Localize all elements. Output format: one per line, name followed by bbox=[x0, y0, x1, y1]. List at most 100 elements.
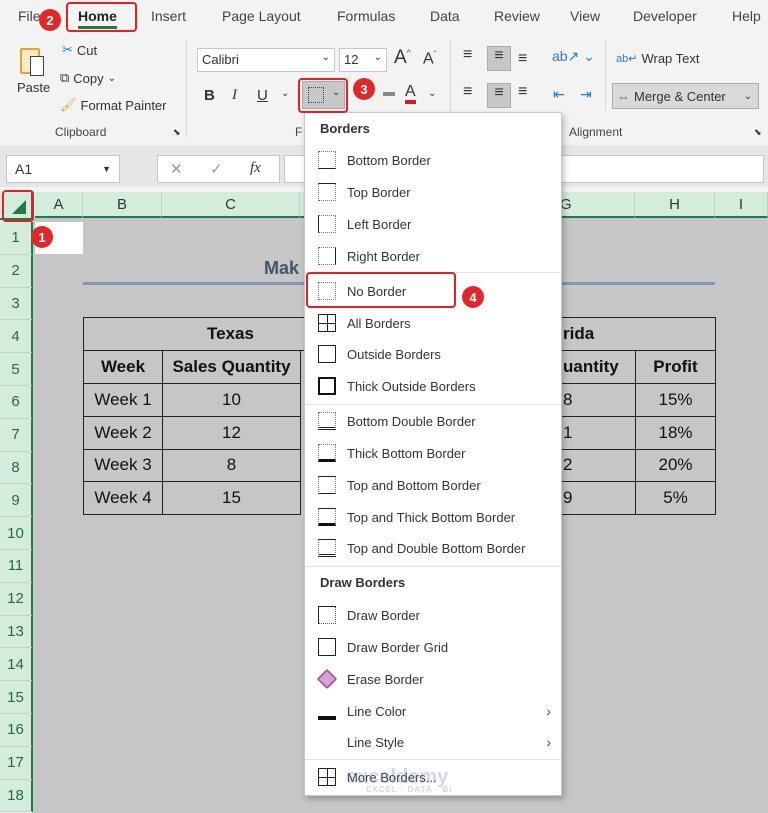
increase-font-icon[interactable]: A^ bbox=[394, 47, 410, 69]
tab-developer[interactable]: Developer bbox=[633, 8, 697, 24]
tab-view[interactable]: View bbox=[570, 8, 600, 24]
bottom-align-icon[interactable]: ≡ bbox=[518, 50, 527, 68]
underline-button[interactable]: U bbox=[257, 87, 268, 104]
merge-center-button[interactable]: ⇔ Merge & Center ⌄ bbox=[612, 83, 759, 109]
row-header-15[interactable]: 15 bbox=[0, 681, 33, 714]
row-header-11[interactable]: 11 bbox=[0, 550, 33, 583]
menu-item-top-and-double-bottom-border[interactable]: Top and Double Bottom Border bbox=[305, 533, 561, 563]
cell-sales-quantity[interactable]: 8 bbox=[162, 448, 301, 483]
header-profit[interactable]: Profit bbox=[635, 350, 716, 384]
column-header-b[interactable]: B bbox=[83, 192, 162, 218]
tab-formulas[interactable]: Formulas bbox=[337, 8, 395, 24]
row-header-14[interactable]: 14 bbox=[0, 648, 33, 682]
orientation-icon[interactable]: ab↗ ⌄ bbox=[552, 48, 595, 65]
tab-file[interactable]: File bbox=[18, 8, 41, 24]
row-header-8[interactable]: 8 bbox=[0, 451, 33, 485]
enter-icon[interactable]: ✓ bbox=[210, 160, 223, 178]
row-header-3[interactable]: 3 bbox=[0, 287, 33, 321]
decrease-indent-icon[interactable]: ⇤ bbox=[553, 86, 565, 103]
florida-header[interactable]: rida bbox=[540, 317, 716, 351]
row-header-18[interactable]: 18 bbox=[0, 779, 33, 813]
wrap-text-button[interactable]: ab↵ Wrap Text bbox=[616, 51, 700, 66]
menu-item-right-border[interactable]: Right Border bbox=[305, 241, 561, 271]
tab-page-layout[interactable]: Page Layout bbox=[222, 8, 301, 24]
cell-week[interactable]: Week 2 bbox=[83, 415, 163, 450]
row-header-12[interactable]: 12 bbox=[0, 582, 33, 616]
name-box[interactable]: A1 ▼ bbox=[6, 155, 120, 183]
tab-insert[interactable]: Insert bbox=[151, 8, 186, 24]
dialog-launcher-icon[interactable]: ⬊ bbox=[173, 127, 181, 138]
row-header-2[interactable]: 2 bbox=[0, 254, 33, 288]
column-header-i[interactable]: I bbox=[715, 192, 768, 218]
cell-week[interactable]: Week 4 bbox=[83, 481, 163, 516]
align-left-icon[interactable]: ≡ bbox=[463, 83, 472, 101]
menu-item-draw-border[interactable]: Draw Border bbox=[305, 600, 561, 630]
tab-data[interactable]: Data bbox=[430, 8, 460, 24]
fill-color-icon[interactable] bbox=[383, 92, 395, 96]
bold-button[interactable]: B bbox=[204, 87, 215, 104]
font-size-box[interactable]: 12 ⌄ bbox=[339, 48, 387, 72]
menu-item-all-borders[interactable]: All Borders bbox=[305, 308, 561, 338]
top-align-icon[interactable]: ≡ bbox=[463, 46, 472, 64]
cell-profit[interactable]: 18% bbox=[635, 415, 716, 450]
row-header-5[interactable]: 5 bbox=[0, 353, 33, 386]
align-center-icon[interactable]: ≡ bbox=[487, 83, 511, 108]
cut-button[interactable]: ✂ Cut bbox=[62, 42, 97, 58]
texas-header[interactable]: Texas bbox=[83, 317, 323, 351]
tab-review[interactable]: Review bbox=[494, 8, 540, 24]
menu-item-draw-border-grid[interactable]: Draw Border Grid bbox=[305, 632, 561, 662]
column-header-h[interactable]: H bbox=[635, 192, 715, 218]
tab-help[interactable]: Help bbox=[732, 8, 761, 24]
row-header-6[interactable]: 6 bbox=[0, 386, 33, 419]
cancel-icon[interactable]: ✕ bbox=[170, 160, 183, 178]
column-header-c[interactable]: C bbox=[162, 192, 300, 218]
menu-item-label: Line Style bbox=[347, 734, 405, 750]
font-color-dropdown[interactable]: ⌄ bbox=[428, 88, 436, 99]
header-sales-quantity[interactable]: Sales Quantity bbox=[162, 350, 301, 384]
menu-item-top-border[interactable]: Top Border bbox=[305, 177, 561, 207]
decrease-font-icon[interactable]: Aˇ bbox=[423, 50, 436, 68]
format-painter-button[interactable]: 🖌 Format Painter bbox=[60, 97, 167, 113]
menu-item-outside-borders[interactable]: Outside Borders bbox=[305, 339, 561, 369]
cell-week[interactable]: Week 3 bbox=[83, 448, 163, 483]
menu-item-thick-bottom-border[interactable]: Thick Bottom Border bbox=[305, 438, 561, 468]
row-header-4[interactable]: 4 bbox=[0, 320, 33, 354]
cell-week[interactable]: Week 1 bbox=[83, 383, 163, 417]
menu-item-thick-outside-borders[interactable]: Thick Outside Borders bbox=[305, 371, 561, 401]
row-header-17[interactable]: 17 bbox=[0, 746, 33, 780]
column-header-a[interactable]: A bbox=[35, 192, 83, 218]
menu-item-top-and-thick-bottom-border[interactable]: Top and Thick Bottom Border bbox=[305, 502, 561, 532]
row-header-1[interactable]: 1 bbox=[0, 222, 33, 255]
paste-button[interactable]: Paste bbox=[17, 80, 50, 95]
alignment-dialog-launcher-icon[interactable]: ⬊ bbox=[754, 127, 762, 138]
font-color-button[interactable]: A bbox=[405, 84, 416, 104]
menu-item-bottom-double-border[interactable]: Bottom Double Border bbox=[305, 406, 561, 436]
paste-icon[interactable] bbox=[18, 44, 48, 78]
cell-profit[interactable]: 5% bbox=[635, 481, 716, 516]
cell-sales-quantity[interactable]: 10 bbox=[162, 383, 301, 417]
align-right-icon[interactable]: ≡ bbox=[518, 83, 527, 101]
menu-item-bottom-border[interactable]: Bottom Border bbox=[305, 145, 561, 175]
copy-button[interactable]: ⧉ Copy ⌄ bbox=[60, 70, 116, 86]
insert-function-icon[interactable]: fx bbox=[250, 160, 261, 177]
row-header-7[interactable]: 7 bbox=[0, 418, 33, 452]
row-header-10[interactable]: 10 bbox=[0, 517, 33, 550]
menu-item-erase-border[interactable]: Erase Border bbox=[305, 664, 561, 694]
increase-indent-icon[interactable]: ⇥ bbox=[580, 86, 592, 103]
menu-item-top-and-bottom-border[interactable]: Top and Bottom Border bbox=[305, 470, 561, 500]
row-header-13[interactable]: 13 bbox=[0, 615, 33, 649]
font-name-box[interactable]: Calibri ⌄ bbox=[197, 48, 335, 72]
menu-item-left-border[interactable]: Left Border bbox=[305, 209, 561, 239]
cell-profit[interactable]: 15% bbox=[635, 383, 716, 417]
cell-profit[interactable]: 20% bbox=[635, 448, 716, 483]
middle-align-icon[interactable]: ≡ bbox=[487, 46, 511, 71]
italic-button[interactable]: I bbox=[232, 87, 237, 104]
cell-sales-quantity[interactable]: 15 bbox=[162, 481, 301, 516]
row-header-9[interactable]: 9 bbox=[0, 484, 33, 518]
menu-item-line-style[interactable]: Line Style › bbox=[305, 727, 561, 757]
row-header-16[interactable]: 16 bbox=[0, 714, 33, 747]
menu-item-line-color[interactable]: Line Color › bbox=[305, 696, 561, 726]
cell-sales-quantity[interactable]: 12 bbox=[162, 415, 301, 450]
underline-dropdown[interactable]: ⌄ bbox=[281, 88, 289, 99]
header-week[interactable]: Week bbox=[83, 350, 163, 384]
